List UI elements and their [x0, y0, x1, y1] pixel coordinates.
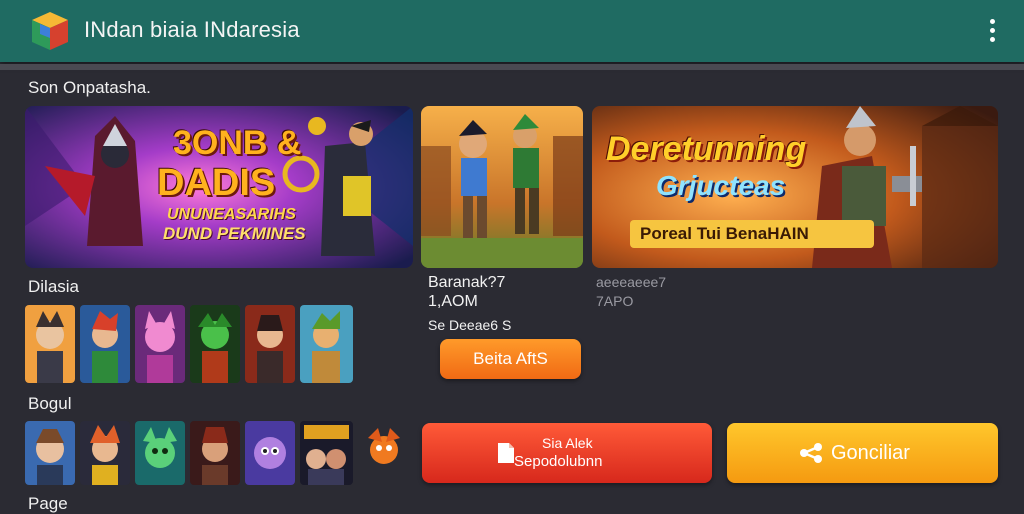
app-title: INdan biaia INdaresia [84, 17, 300, 42]
game-thumb-4[interactable] [190, 305, 240, 383]
section-title-row1: Dilasia [28, 277, 80, 296]
app-box-logo[interactable] [26, 6, 74, 54]
banner-1-title-line2: DADIS [157, 162, 276, 204]
featured-banner-2[interactable] [421, 106, 583, 268]
game-thumb-5[interactable] [245, 305, 295, 383]
game-thumb-8[interactable] [80, 421, 130, 485]
game-thumb-4-art [190, 305, 240, 383]
file-icon [498, 443, 514, 463]
game-thumb-1-art [25, 305, 75, 383]
divider [0, 64, 1024, 70]
game-alt-name: aeeeaeee7 [596, 274, 667, 290]
game-thumb-1[interactable] [25, 305, 75, 383]
beta-button[interactable]: Beita AftS [440, 339, 581, 379]
game-thumb-13[interactable] [358, 424, 410, 472]
banner-1-subtitle-line2: DUND PEKMINES [163, 224, 306, 243]
share-icon [800, 443, 822, 463]
game-thumb-3[interactable] [135, 305, 185, 383]
game-thumb-12-art [300, 421, 353, 485]
game-thumb-5-art [245, 305, 295, 383]
game-thumb-12[interactable] [300, 421, 353, 485]
download-button[interactable]: Sia Alek Sepodolubnn [422, 423, 712, 483]
download-button-label-2: Sepodolubnn [514, 453, 603, 470]
banner-1-title-line1: 3ONB & [173, 124, 302, 162]
game-name: Baranak?7 [428, 274, 506, 291]
banner-1-subtitle-line1: UNUNEASARIHS [167, 206, 296, 223]
banner-3-title-line2: Grjucteas [656, 170, 786, 201]
go-button-label: Gonciliar [831, 442, 910, 464]
kebab-menu-icon[interactable] [978, 15, 1006, 47]
banner-3-subtitle: Poreal Tui BenaHAIN [640, 224, 809, 243]
download-button-label-1: Sia Alek [542, 435, 593, 451]
game-size: Se Deeae6 S [428, 317, 512, 333]
game-thumb-6[interactable] [300, 305, 353, 383]
game-thumb-10-art [190, 421, 240, 485]
game-thumb-7-art [25, 421, 75, 485]
game-thumb-11-art [245, 421, 295, 485]
game-thumb-3-art [135, 305, 185, 383]
game-thumb-9[interactable] [135, 421, 185, 485]
game-thumb-8-art [80, 421, 130, 485]
game-thumb-13-art [368, 428, 400, 464]
banner-3-title-line1: Deretunning [606, 130, 807, 168]
game-thumb-11[interactable] [245, 421, 295, 485]
game-thumb-10[interactable] [190, 421, 240, 485]
game-time: 1,AOM [428, 293, 478, 310]
go-button[interactable]: Gonciliar [727, 423, 998, 483]
game-thumb-6-art [300, 305, 353, 383]
section-title-row2: Bogul [28, 394, 72, 413]
banner-2-artwork [421, 106, 583, 268]
featured-banner-3[interactable]: Deretunning Grjucteas Poreal Tui BenaHAI… [592, 106, 998, 268]
game-thumb-2[interactable] [80, 305, 130, 383]
featured-banner-1[interactable]: 3ONB & DADIS UNUNEASARIHS DUND PEKMINES [25, 106, 413, 268]
game-alt-time: 7APO [596, 293, 634, 309]
section-title-row3: Page [28, 494, 68, 513]
game-thumb-9-art [135, 421, 185, 485]
app-bar: INdan biaia INdaresia [0, 0, 1024, 62]
game-thumb-2-art [80, 305, 130, 383]
section-title-top: Son Onpatasha. [28, 78, 151, 97]
game-thumb-7[interactable] [25, 421, 75, 485]
